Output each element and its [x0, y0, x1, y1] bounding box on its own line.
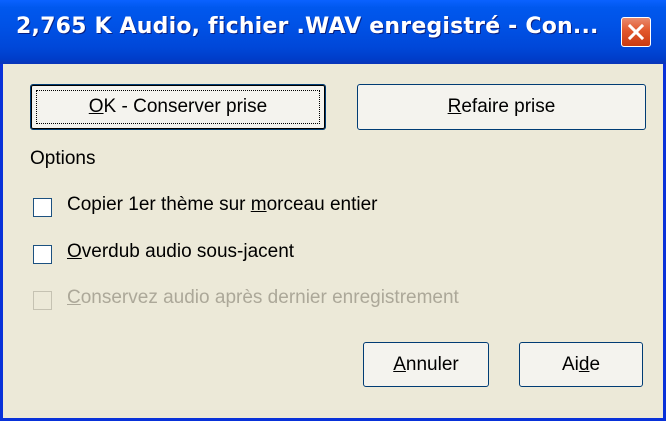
redo-take-button[interactable]: Refaire prise: [357, 84, 646, 130]
help-label: Aide: [561, 353, 601, 375]
overdub-audio-checkbox[interactable]: [33, 245, 52, 264]
options-heading: Options: [30, 148, 96, 169]
focus-ring: [36, 90, 320, 124]
redo-take-label: Refaire prise: [447, 96, 556, 117]
cancel-button[interactable]: Annuler: [363, 342, 489, 387]
copy-first-theme-checkbox[interactable]: [33, 198, 52, 217]
help-button[interactable]: Aide: [519, 342, 643, 387]
ok-keep-take-button[interactable]: OK - Conserver prise: [30, 84, 326, 130]
title-bar[interactable]: 2,765 K Audio, fichier .WAV enregistré -…: [0, 0, 666, 64]
close-button[interactable]: [621, 17, 651, 47]
keep-audio-after-recording-label: Conservez audio après dernier enregistre…: [67, 287, 459, 308]
copy-first-theme-label[interactable]: Copier 1er thème sur morceau entier: [67, 194, 377, 216]
overdub-audio-label[interactable]: Overdub audio sous-jacent: [67, 241, 294, 263]
window-title: 2,765 K Audio, fichier .WAV enregistré -…: [16, 14, 599, 39]
keep-audio-after-recording-checkbox: [33, 291, 52, 310]
cancel-label: Annuler: [393, 353, 459, 375]
close-icon: [627, 23, 645, 41]
